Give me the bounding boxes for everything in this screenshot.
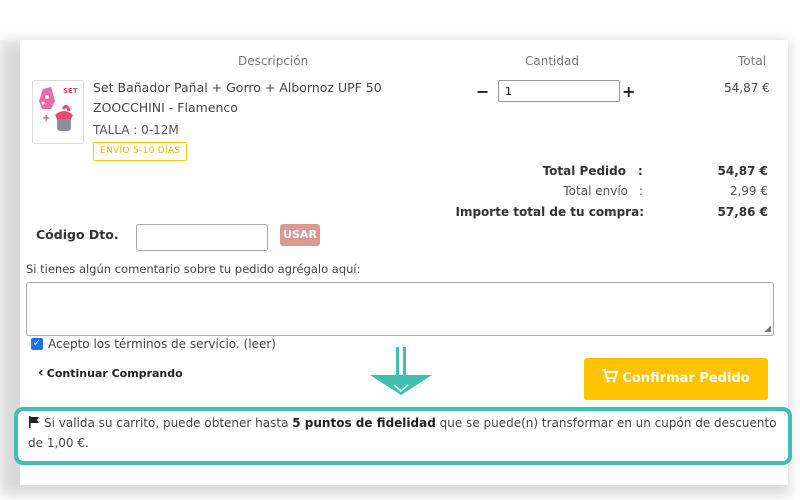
cart-icon — [602, 369, 619, 383]
product-size: TALLA : 0-12M — [93, 123, 179, 137]
continue-shopping-label: Continuar Comprando — [46, 367, 183, 380]
loyalty-points-notice: Si valida su carrito, puede obtener hast… — [14, 407, 792, 465]
minus-icon: − — [476, 82, 490, 101]
arrow-down-icon — [370, 347, 432, 395]
shipping-total-value: 2,99 € — [729, 184, 768, 198]
loyalty-points: 5 puntos de fidelidad — [292, 416, 436, 430]
increase-quantity-button[interactable]: + — [622, 82, 635, 101]
plus-icon: + — [622, 82, 636, 101]
thumb-set-label: SET — [63, 87, 78, 95]
header-quantity: Cantidad — [525, 54, 579, 68]
discount-code-label: Código Dto. — [36, 227, 119, 242]
shipping-total-colon: : — [639, 184, 644, 198]
decrease-quantity-button[interactable]: − — [476, 82, 489, 101]
order-total-colon: : — [638, 164, 643, 178]
header-total: Total — [738, 54, 767, 68]
confirm-order-button[interactable]: Confirmar Pedido — [584, 358, 768, 400]
terms-label[interactable]: Acepto los términos de servicio. (leer) — [48, 337, 276, 351]
apply-discount-button[interactable]: USAR — [280, 224, 320, 246]
product-name[interactable]: Set Bañador Pañal + Gorro + Albornoz UPF… — [93, 78, 403, 118]
comment-label: Si tienes algún comentario sobre tu pedi… — [26, 262, 361, 276]
cart-panel: Descripción Cantidad Total SET + Set Bañ… — [14, 40, 792, 485]
check-icon: ✓ — [32, 338, 42, 349]
comment-textarea[interactable]: ◢ — [26, 282, 774, 336]
chevron-left-icon: ‹ — [38, 365, 44, 381]
loyalty-prefix: Si valida su carrito, puede obtener hast… — [44, 416, 289, 430]
discount-code-input[interactable] — [136, 224, 268, 251]
header-description: Descripción — [238, 54, 309, 68]
product-thumbnail[interactable]: SET + — [32, 80, 84, 144]
confirm-order-label: Confirmar Pedido — [622, 371, 750, 386]
shipping-total-label: Total envío — [563, 184, 628, 198]
terms-checkbox[interactable]: ✓ — [31, 338, 43, 350]
quantity-input[interactable] — [498, 80, 620, 102]
svg-text:+: + — [42, 113, 50, 124]
resize-handle-icon[interactable]: ◢ — [764, 324, 771, 334]
product-image: SET + — [39, 87, 78, 131]
line-total: 54,87 € — [724, 81, 770, 95]
shipping-time-badge: ENVÍO 5-10 DÍAS — [93, 142, 188, 161]
order-total-label: Total Pedido — [542, 164, 626, 178]
continue-shopping-link[interactable]: ‹ Continuar Comprando — [38, 365, 183, 381]
flag-icon — [29, 416, 39, 428]
loyalty-text: Si valida su carrito, puede obtener hast… — [28, 413, 778, 453]
grand-total-label: Importe total de tu compra: — [455, 205, 644, 219]
order-total-value: 54,87 € — [717, 164, 768, 178]
grand-total-value: 57,86 € — [717, 205, 768, 219]
